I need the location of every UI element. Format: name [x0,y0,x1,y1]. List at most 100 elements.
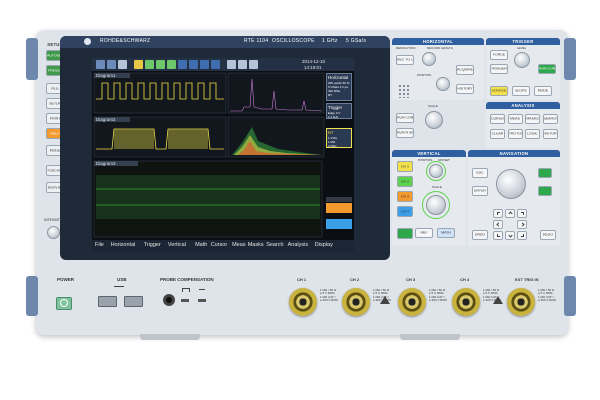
menu-item-masks[interactable]: Masks [248,242,264,248]
arrow-up-right-button[interactable] [517,209,527,218]
channel-button-ch-3[interactable]: CH 3 [397,191,413,202]
analysis-button-clear[interactable]: CLEAR [490,129,505,139]
intensity-knob[interactable] [47,226,60,239]
analysis-button-cursor[interactable]: CURSOR [490,114,505,124]
menu-item-horizontal[interactable]: Horizontal [111,242,136,248]
analysis-button-history[interactable]: HISTORY [542,129,558,139]
usb-port-2[interactable] [124,296,143,307]
arrow-right-button[interactable] [517,220,527,229]
redo-icon[interactable] [107,60,116,69]
search-tool-icon[interactable] [200,60,209,69]
histogram-tool-icon[interactable] [189,60,198,69]
nav-button-undo[interactable]: UNDO [472,230,488,240]
annotation-tool-icon[interactable] [211,60,220,69]
connector-ch-3[interactable] [398,288,426,316]
vertical-scale-led [422,191,450,219]
connector-spec-ch-1: 1 MΩ / 50 Ω ≤ 5 V RMS 1 MΩ CAT I ≤ 300 V… [320,288,338,302]
measure-tool-icon[interactable] [156,60,165,69]
analysis-button-logic[interactable]: LOGIC [525,129,540,139]
trigger-button-trigger[interactable]: TRIGGER [490,64,508,74]
probe-comp-terminal[interactable] [163,294,175,306]
right-handle-top [564,38,576,80]
screenshot-tool-icon[interactable] [249,60,258,69]
menu-item-trigger[interactable]: Trigger [144,242,161,248]
menu-item-search[interactable]: Search [266,242,283,248]
horizontal-button-run-cont[interactable]: RUN CONT [396,113,414,123]
probe-comp-pin-1[interactable] [181,299,189,302]
trigger-button-source[interactable]: SOURCE [490,86,508,96]
menu-item-file[interactable]: File [95,242,104,248]
menu-item-display[interactable]: Display [315,242,333,248]
fft-tool-icon[interactable] [167,60,176,69]
cursor-tool-icon[interactable] [134,60,143,69]
ch1-info-box[interactable]: RT 1 V/div 1 MΩ 2 MHz [326,128,352,148]
trigger-section-label: TRIGGER [512,39,534,44]
connector-spec-ext-trig-in: 1 MΩ / 50 Ω ≤ 5 V RMS 1 MΩ CAT I ≤ 300 V… [538,288,556,302]
mask-tool-icon[interactable] [178,60,187,69]
resolution-knob[interactable] [422,52,436,66]
analysis-button-protocol[interactable]: PROTOCOL [507,129,523,139]
channel-button-ch-4[interactable]: CH 4 [397,206,413,217]
menu-item-vertical[interactable]: Vertical [168,242,186,248]
analysis-button-label: CLEAR [491,132,504,136]
navigation-wheel[interactable] [496,169,526,199]
trigger-button-run-cont[interactable]: RUN CONT [538,64,556,74]
touchscreen[interactable]: 2014-12-10 14:19:01 Diagram1 Diagram2 Di… [92,58,354,252]
delete-tool-icon[interactable] [227,60,236,69]
trigger-level-knob[interactable] [514,52,530,68]
menu-item-analysis[interactable]: Analysis [288,242,308,248]
horizontal-button-acquire[interactable]: ACQUIRE [456,65,474,75]
horizontal-button-history[interactable]: HISTORY [456,84,474,94]
nav-button-redo[interactable]: REDO [540,230,556,240]
connector-ch-1[interactable] [289,288,317,316]
horizontal-position-label: POSITION [417,73,432,77]
trigger-info-box[interactable]: Trigger Edge 0 V 2.1 kHz [326,103,352,119]
channel-button-ch-2[interactable]: CH 2 [397,176,413,187]
undo-icon[interactable] [96,60,105,69]
menu-item-meas[interactable]: Meas [232,242,245,248]
horizontal-info-box[interactable]: Horizontal 200 µs/div 50 % 5 GSa/s 1.1 µ… [326,73,352,101]
zoom-tool-icon[interactable] [145,60,154,69]
nav-button-enter[interactable]: ENTER [472,186,488,196]
nav-button-esc[interactable]: ESC [472,168,488,178]
connector-ch-2[interactable] [342,288,370,316]
arrow-down-right-button[interactable] [517,231,527,240]
arrow-up-left-button[interactable] [493,209,503,218]
speaker-grille-icon [398,84,410,98]
horizontal-position-knob[interactable] [436,77,450,91]
horizontal-button-run-n-single[interactable]: RUN N SINGLE [396,128,414,138]
probe-comp-pin-2[interactable] [198,299,206,302]
arrow-left-button[interactable] [493,220,503,229]
vertical-button-math[interactable]: MATH [437,228,455,238]
arrow-down-left-button[interactable] [493,231,503,240]
trigger-button-force[interactable]: FORCE [490,50,508,60]
nav-green-button-2[interactable] [538,186,552,196]
arrow-down-button[interactable] [505,231,515,240]
help-icon[interactable] [118,60,127,69]
ch4-green-button[interactable] [397,228,413,239]
nav-green-button-1[interactable] [538,168,552,178]
trigger-button-mode[interactable]: MODE [534,86,552,96]
display-tool-icon[interactable] [238,60,247,69]
connector-ch-4[interactable] [452,288,480,316]
channel-button-ch-1[interactable]: CH 1 [397,161,413,172]
diagram2-title: Diagram2 [96,117,116,122]
menu-item-cursor[interactable]: Cursor [211,242,228,248]
connector-label-ext-trig-in: EXT TRIG IN [515,277,539,282]
analysis-button-masks[interactable]: MASKS [525,114,540,124]
usb-port-1[interactable] [98,296,117,307]
arrow-right-icon [520,222,525,227]
horizontal-button-rec-to-len[interactable]: REC TO LEN [396,55,414,65]
trigger-button-slope[interactable]: SLOPE [512,86,530,96]
analysis-button-label: SEARCH [543,117,557,121]
brand-bar: ROHDE&SCHWARZ RTE 1104 OSCILLOSCOPE 1 GH… [60,36,390,48]
horizontal-scale-knob[interactable] [425,111,443,129]
arrow-up-left-icon [497,212,500,215]
arrow-up-button[interactable] [505,209,515,218]
brand-name: ROHDE&SCHWARZ [100,38,151,44]
vertical-button-ref[interactable]: REF [415,228,433,238]
analysis-button-search[interactable]: SEARCH [542,114,558,124]
connector-ext-trig-in[interactable] [507,288,535,316]
analysis-button-meas[interactable]: MEAS [507,114,523,124]
menu-item-math[interactable]: Math [195,242,207,248]
